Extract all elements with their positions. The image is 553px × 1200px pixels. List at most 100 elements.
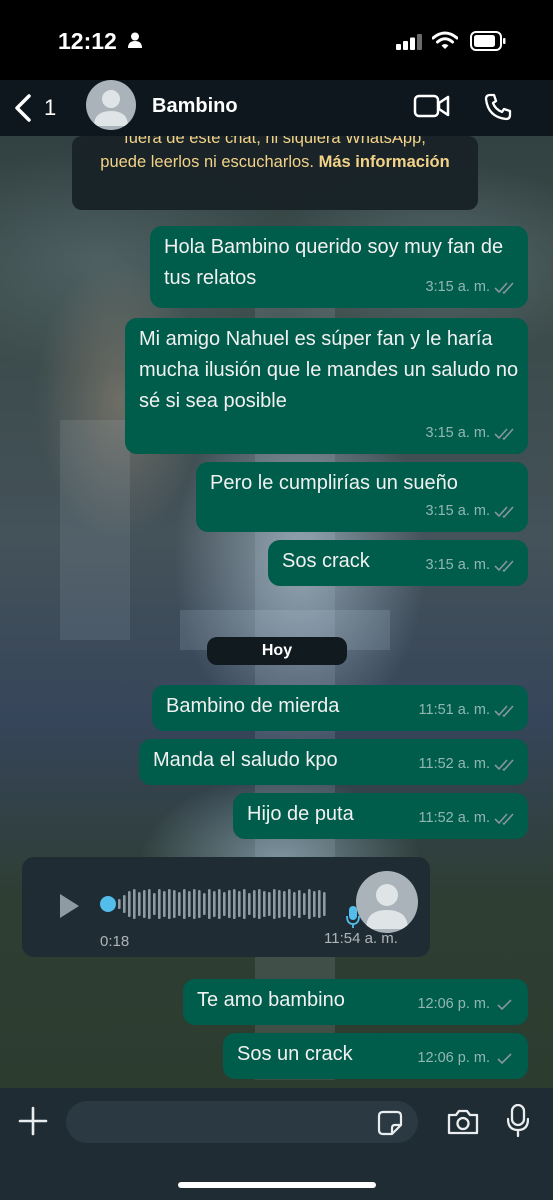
message-bubble[interactable]: Mi amigo Nahuel es súper fan y le haría … xyxy=(125,318,528,454)
double-check-icon xyxy=(494,812,514,825)
date-divider: Hoy xyxy=(207,637,347,665)
waveform-bar xyxy=(283,891,286,917)
message-bubble[interactable]: Sos un crack 12:06 p. m. xyxy=(223,1033,528,1079)
message-time: 3:15 a. m. xyxy=(425,279,490,295)
play-icon[interactable] xyxy=(58,893,80,919)
waveform-bar xyxy=(138,892,141,916)
notice-line-partial: fuera de este chat, ni siquiera WhatsApp… xyxy=(124,136,426,147)
waveform-bar xyxy=(203,893,206,915)
double-check-icon xyxy=(494,704,514,717)
waveform-bar xyxy=(268,892,271,916)
sticker-icon[interactable] xyxy=(377,1110,403,1136)
wifi-icon xyxy=(432,31,458,49)
voice-duration: 0:18 xyxy=(100,933,130,950)
waveform-bar xyxy=(318,890,321,918)
message-text: Pero le cumplirías un sueño xyxy=(210,472,458,494)
waveform-bar xyxy=(208,889,211,919)
encryption-notice[interactable]: fuera de este chat, ni siquiera WhatsApp… xyxy=(72,136,478,210)
waveform-bar xyxy=(193,889,196,919)
avatar-icon xyxy=(356,871,418,933)
waveform-bar xyxy=(303,893,306,915)
message-text: Bambino de mierda xyxy=(166,695,340,717)
message-time: 11:52 a. m. xyxy=(418,756,490,772)
person-icon xyxy=(128,32,142,48)
phone-icon[interactable] xyxy=(483,92,513,122)
voice-message[interactable]: 0:18 11:54 a. m. xyxy=(22,857,430,957)
status-time: 12:12 xyxy=(58,28,117,54)
double-check-icon xyxy=(494,758,514,771)
waveform-bar xyxy=(253,890,256,918)
waveform-bar xyxy=(228,890,231,918)
waveform-bar xyxy=(263,891,266,917)
waveform-bar xyxy=(163,891,166,917)
message-bubble[interactable]: Pero le cumplirías un sueño 3:15 a. m. xyxy=(196,462,528,532)
input-bar xyxy=(0,1088,553,1200)
message-time: 12:06 p. m. xyxy=(417,1050,490,1066)
waveform-bar xyxy=(238,891,241,917)
camera-icon[interactable] xyxy=(446,1108,480,1136)
waveform-bar xyxy=(288,889,291,919)
waveform-bar xyxy=(233,889,236,919)
waveform-bar xyxy=(123,895,126,913)
message-bubble[interactable]: Sos crack 3:15 a. m. xyxy=(268,540,528,586)
waveform-bar xyxy=(183,889,186,919)
waveform-bar xyxy=(248,893,251,915)
waveform-bar xyxy=(273,889,276,919)
double-check-icon xyxy=(494,281,514,294)
status-bar: 12:12 xyxy=(0,0,553,80)
waveform-bar xyxy=(148,889,151,919)
waveform-bar xyxy=(128,891,131,917)
message-bubble[interactable]: Hola Bambino querido soy muy fan de tus … xyxy=(150,226,528,308)
notice-line: puede leerlos ni escucharlos. xyxy=(100,153,314,171)
message-text: Te amo bambino xyxy=(197,989,345,1011)
back-unread-count[interactable]: 1 xyxy=(44,95,56,121)
double-check-icon xyxy=(494,559,514,572)
message-text: Sos un crack xyxy=(237,1043,353,1065)
message-text: Hijo de puta xyxy=(247,803,354,825)
waveform-bar xyxy=(168,889,171,919)
waveform-bar xyxy=(188,891,191,917)
message-bubble[interactable]: Bambino de mierda 11:51 a. m. xyxy=(152,685,528,731)
message-text: Manda el saludo kpo xyxy=(153,749,338,771)
notice-more-info-link[interactable]: Más información xyxy=(319,153,450,171)
waveform-bar xyxy=(118,899,121,909)
message-time: 3:15 a. m. xyxy=(425,557,490,573)
waveform-bar xyxy=(133,889,136,919)
message-bubble[interactable]: Manda el saludo kpo 11:52 a. m. xyxy=(139,739,528,785)
waveform-bar xyxy=(313,891,316,917)
waveform-bar xyxy=(218,889,221,919)
message-text: Mi amigo Nahuel es súper fan y le haría … xyxy=(139,328,519,412)
waveform-bar xyxy=(308,889,311,919)
double-check-icon xyxy=(494,505,514,518)
waveform-bar xyxy=(158,889,161,919)
signal-icon xyxy=(396,34,422,50)
waveform-bar xyxy=(243,889,246,919)
home-indicator xyxy=(178,1182,376,1188)
waveform-bar xyxy=(278,890,281,918)
waveform-bar xyxy=(258,889,261,919)
message-input[interactable] xyxy=(66,1101,418,1143)
waveform-bar xyxy=(173,890,176,918)
contact-name[interactable]: Bambino xyxy=(152,95,238,118)
message-time: 3:15 a. m. xyxy=(425,425,490,441)
microphone-icon[interactable] xyxy=(507,1104,529,1138)
waveform-bar xyxy=(178,892,181,916)
waveform-bar xyxy=(323,892,326,916)
video-call-icon[interactable] xyxy=(413,93,451,119)
voice-waveform[interactable] xyxy=(100,887,330,921)
avatar-icon[interactable] xyxy=(86,80,136,130)
message-time: 12:06 p. m. xyxy=(417,996,490,1012)
message-bubble[interactable]: Te amo bambino 12:06 p. m. xyxy=(183,979,528,1025)
message-time: 11:52 a. m. xyxy=(418,810,490,826)
message-text: Sos crack xyxy=(282,550,370,572)
message-time: 11:51 a. m. xyxy=(418,702,490,718)
message-bubble[interactable]: Hijo de puta 11:52 a. m. xyxy=(233,793,528,839)
back-chevron-icon[interactable] xyxy=(12,94,34,122)
waveform-bar xyxy=(198,890,201,918)
waveform-bar xyxy=(293,892,296,916)
waveform-bar xyxy=(213,891,216,917)
single-check-icon xyxy=(497,998,512,1010)
waveform-bar xyxy=(223,892,226,916)
plus-icon[interactable] xyxy=(18,1106,48,1136)
single-check-icon xyxy=(497,1052,512,1064)
